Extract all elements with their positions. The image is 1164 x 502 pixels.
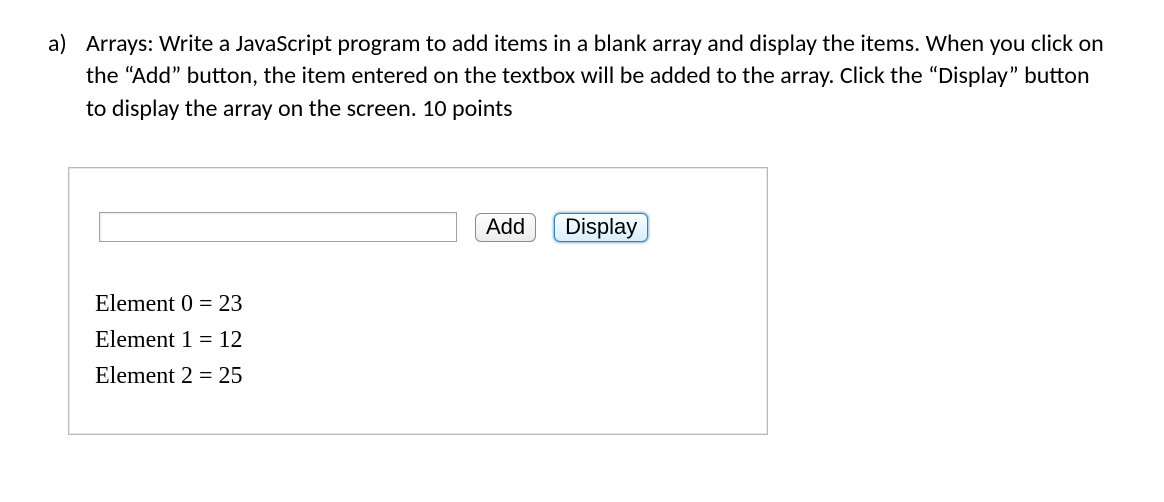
output-line-0: Element 0 = 23 [95, 286, 745, 322]
item-input[interactable] [99, 212, 457, 242]
question-text: Arrays: Write a JavaScript program to ad… [86, 28, 1104, 125]
controls-row: Add Display [99, 212, 745, 242]
add-button[interactable]: Add [475, 213, 536, 242]
example-panel: Add Display Element 0 = 23 Element 1 = 1… [68, 167, 768, 435]
page: a) Arrays: Write a JavaScript program to… [0, 0, 1164, 502]
output-line-1: Element 1 = 12 [95, 322, 745, 358]
output-line-2: Element 2 = 25 [95, 358, 745, 394]
question-marker: a) [48, 28, 86, 60]
question-block: a) Arrays: Write a JavaScript program to… [48, 28, 1104, 125]
output-area: Element 0 = 23 Element 1 = 12 Element 2 … [95, 286, 745, 394]
display-button[interactable]: Display [554, 213, 648, 242]
